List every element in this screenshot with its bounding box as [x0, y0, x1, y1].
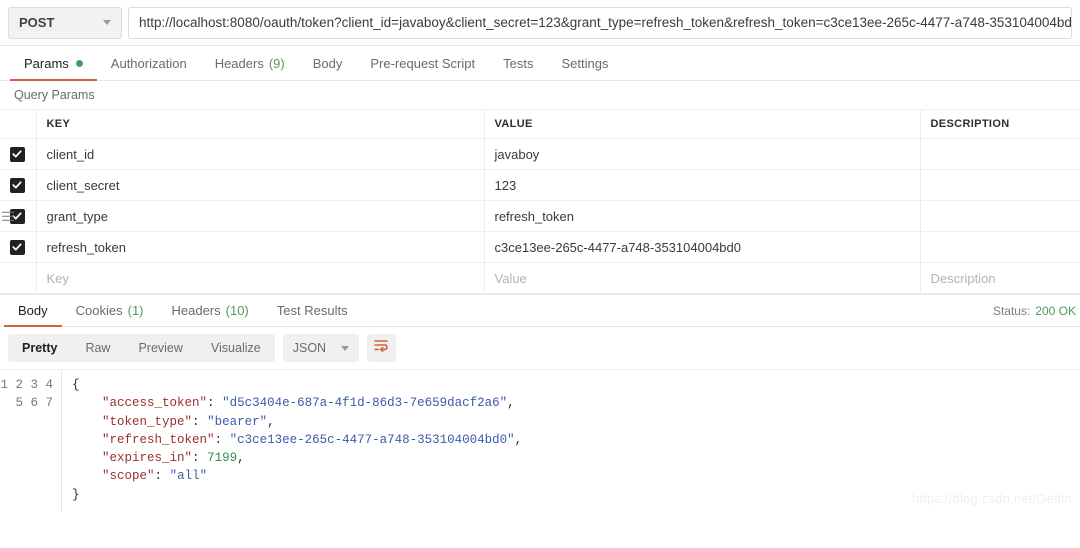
- tab-authorization[interactable]: Authorization: [97, 46, 201, 80]
- view-raw-label: Raw: [85, 341, 110, 355]
- tab-body-label: Body: [313, 56, 343, 71]
- param-enabled-checkbox[interactable]: [10, 178, 25, 193]
- params-modified-dot-icon: [76, 60, 83, 67]
- param-enabled-checkbox[interactable]: [10, 240, 25, 255]
- response-body-area: 1 2 3 4 5 6 7 { "access_token": "d5c3404…: [0, 370, 1080, 512]
- response-tab-cookies-count: (1): [128, 303, 144, 318]
- http-method-label: POST: [19, 15, 54, 30]
- response-tab-test-results-label: Test Results: [277, 303, 348, 318]
- chevron-down-icon: [103, 20, 111, 25]
- tab-params-label: Params: [24, 56, 69, 71]
- response-view-switcher: Pretty Raw Preview Visualize: [8, 334, 275, 362]
- request-url-input[interactable]: http://localhost:8080/oauth/token?client…: [128, 7, 1072, 39]
- response-tabs: Body Cookies (1) Headers (10) Test Resul…: [0, 294, 1080, 327]
- param-enabled-checkbox[interactable]: [10, 147, 25, 162]
- table-row-placeholder[interactable]: Key Value Description: [0, 263, 1080, 294]
- tab-settings-label: Settings: [561, 56, 608, 71]
- table-row[interactable]: client_id javaboy: [0, 139, 1080, 170]
- param-key: grant_type: [37, 209, 484, 224]
- http-method-select[interactable]: POST: [8, 7, 122, 39]
- view-pretty-label: Pretty: [22, 341, 57, 355]
- response-format-toolbar: Pretty Raw Preview Visualize JSON: [0, 327, 1080, 370]
- response-tab-body-label: Body: [18, 303, 48, 318]
- table-row[interactable]: refresh_token c3ce13ee-265c-4477-a748-35…: [0, 232, 1080, 263]
- tab-headers-count: (9): [269, 56, 285, 71]
- wrap-text-icon: [374, 339, 389, 357]
- request-tabs: Params Authorization Headers (9) Body Pr…: [0, 46, 1080, 81]
- view-visualize-label: Visualize: [211, 341, 261, 355]
- param-key: refresh_token: [37, 240, 484, 255]
- new-param-description-input: Description: [921, 271, 1080, 286]
- table-row[interactable]: client_secret 123: [0, 170, 1080, 201]
- row-drag-handle-icon[interactable]: [2, 209, 14, 224]
- status-value: 200 OK: [1035, 304, 1076, 318]
- tab-params[interactable]: Params: [10, 46, 97, 80]
- view-pretty[interactable]: Pretty: [8, 334, 71, 362]
- request-url-bar: POST http://localhost:8080/oauth/token?c…: [0, 0, 1080, 46]
- tab-pre-request-script-label: Pre-request Script: [370, 56, 475, 71]
- row-checkbox-cell: [0, 201, 36, 232]
- header-description: DESCRIPTION: [920, 110, 1080, 139]
- tab-settings[interactable]: Settings: [547, 46, 622, 80]
- param-key: client_secret: [37, 178, 484, 193]
- row-checkbox-cell: [0, 232, 36, 263]
- new-param-value-input: Value: [485, 271, 920, 286]
- tab-tests[interactable]: Tests: [489, 46, 547, 80]
- view-raw[interactable]: Raw: [71, 334, 124, 362]
- header-checkbox-cell: [0, 110, 36, 139]
- chevron-down-icon: [341, 346, 349, 351]
- response-tab-headers[interactable]: Headers (10): [158, 295, 263, 326]
- row-checkbox-cell: [0, 139, 36, 170]
- response-tab-headers-count: (10): [226, 303, 249, 318]
- watermark: https://blog.csdn.net/Geffin: [912, 491, 1072, 506]
- response-tab-test-results[interactable]: Test Results: [263, 295, 362, 326]
- tab-headers-label: Headers: [215, 56, 264, 71]
- header-key: KEY: [36, 110, 484, 139]
- table-row[interactable]: grant_type refresh_token: [0, 201, 1080, 232]
- line-number-gutter: 1 2 3 4 5 6 7: [0, 370, 62, 512]
- param-value: refresh_token: [485, 209, 920, 224]
- wrap-text-button[interactable]: [367, 334, 396, 362]
- response-tab-headers-label: Headers: [172, 303, 221, 318]
- header-value: VALUE: [484, 110, 920, 139]
- status-label: Status:: [993, 304, 1030, 318]
- view-preview-label: Preview: [138, 341, 182, 355]
- table-header-row: KEY VALUE DESCRIPTION: [0, 110, 1080, 139]
- response-language-label: JSON: [293, 341, 326, 355]
- param-value: 123: [485, 178, 920, 193]
- line-numbers: 1 2 3 4 5 6 7: [0, 378, 53, 410]
- response-language-select[interactable]: JSON: [283, 334, 359, 362]
- request-url-text: http://localhost:8080/oauth/token?client…: [139, 15, 1072, 30]
- tab-headers[interactable]: Headers (9): [201, 46, 299, 80]
- tab-authorization-label: Authorization: [111, 56, 187, 71]
- response-tab-body[interactable]: Body: [4, 295, 62, 326]
- response-tab-cookies-label: Cookies: [76, 303, 123, 318]
- tab-tests-label: Tests: [503, 56, 533, 71]
- query-params-title: Query Params: [0, 81, 1080, 109]
- param-key: client_id: [37, 147, 484, 162]
- new-param-key-input: Key: [37, 271, 484, 286]
- tab-body[interactable]: Body: [299, 46, 357, 80]
- row-checkbox-cell: [0, 170, 36, 201]
- param-value: c3ce13ee-265c-4477-a748-353104004bd0: [485, 240, 920, 255]
- query-params-table: KEY VALUE DESCRIPTION client_id javaboy: [0, 109, 1080, 294]
- view-visualize[interactable]: Visualize: [197, 334, 275, 362]
- response-tab-cookies[interactable]: Cookies (1): [62, 295, 158, 326]
- param-value: javaboy: [485, 147, 920, 162]
- tab-pre-request-script[interactable]: Pre-request Script: [356, 46, 489, 80]
- status-badge: Status: 200 OK: [993, 295, 1080, 326]
- view-preview[interactable]: Preview: [124, 334, 196, 362]
- row-checkbox-cell: [0, 263, 36, 294]
